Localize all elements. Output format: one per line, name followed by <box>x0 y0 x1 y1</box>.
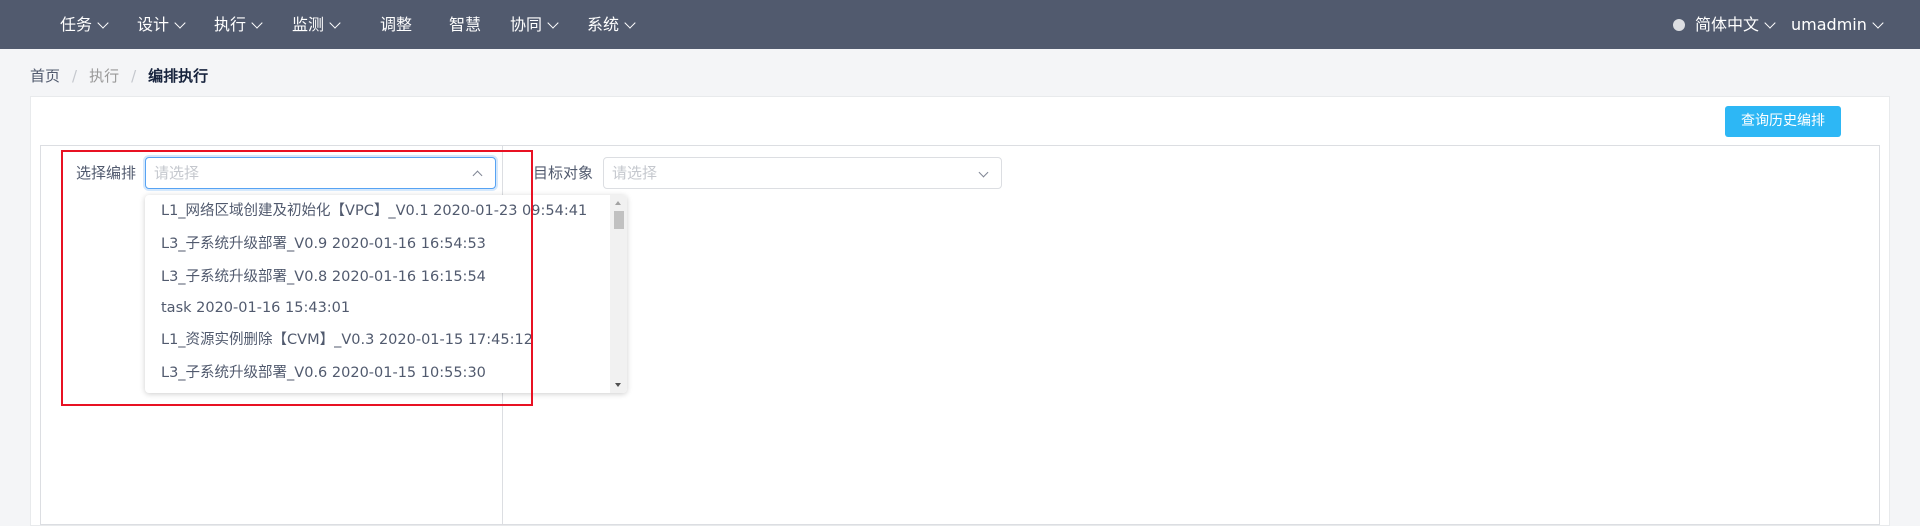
language-selector[interactable]: 简体中文 <box>1673 0 1776 49</box>
target-object-label: 目标对象 <box>533 164 594 182</box>
breadcrumb-current: 编排执行 <box>148 67 209 85</box>
nav-menu-label: 执行 <box>214 15 247 34</box>
nav-menu-label: 任务 <box>60 15 93 34</box>
chevron-down-icon <box>97 17 109 29</box>
chevron-down-icon <box>547 17 559 29</box>
top-navigation-bar: 任务 设计 执行 监测 调整 智慧 协同 系统 简体中文 umadmin <box>0 0 1920 49</box>
chevron-down-icon <box>1872 17 1884 29</box>
nav-menu-system[interactable]: 系统 <box>587 0 636 49</box>
nav-menu-label: 协同 <box>510 15 543 34</box>
scroll-down-arrow-icon[interactable] <box>615 383 621 387</box>
breadcrumb-separator: / <box>131 67 137 85</box>
target-object-select-placeholder: 请选择 <box>612 164 658 182</box>
chevron-down-icon <box>174 17 186 29</box>
nav-menu-monitor[interactable]: 监测 <box>292 0 341 49</box>
scrollbar-thumb[interactable] <box>614 211 624 229</box>
language-label: 简体中文 <box>1695 15 1760 34</box>
user-menu[interactable]: umadmin <box>1791 0 1884 49</box>
chevron-down-icon <box>624 17 636 29</box>
nav-menu-label: 系统 <box>587 15 620 34</box>
nav-menu-execute[interactable]: 执行 <box>214 0 263 49</box>
nav-menu-collaborate[interactable]: 协同 <box>510 0 559 49</box>
query-history-button[interactable]: 查询历史编排 <box>1725 106 1841 137</box>
nav-menu-label: 监测 <box>292 15 325 34</box>
nav-menu-adjust[interactable]: 调整 <box>380 0 412 49</box>
highlight-annotation-box <box>61 150 533 406</box>
username-label: umadmin <box>1791 15 1867 34</box>
nav-menu-task[interactable]: 任务 <box>60 0 109 49</box>
nav-menu-label: 设计 <box>137 15 170 34</box>
chevron-down-icon <box>251 17 263 29</box>
breadcrumb-execute[interactable]: 执行 <box>89 67 119 85</box>
chevron-down-icon <box>1764 17 1776 29</box>
nav-menu-design[interactable]: 设计 <box>137 0 186 49</box>
nav-menu-label: 调整 <box>380 15 413 34</box>
breadcrumb: 首页 / 执行 / 编排执行 <box>30 65 208 87</box>
breadcrumb-home[interactable]: 首页 <box>30 67 60 85</box>
target-object-select[interactable]: 请选择 <box>603 157 1002 189</box>
nav-menu-wisdom[interactable]: 智慧 <box>449 0 481 49</box>
breadcrumb-separator: / <box>72 67 78 85</box>
scroll-up-arrow-icon[interactable] <box>615 201 621 205</box>
globe-icon <box>1673 19 1685 31</box>
nav-menu-label: 智慧 <box>449 15 482 34</box>
chevron-down-icon <box>978 167 989 178</box>
dropdown-scrollbar[interactable] <box>610 195 627 393</box>
chevron-down-icon <box>329 17 341 29</box>
